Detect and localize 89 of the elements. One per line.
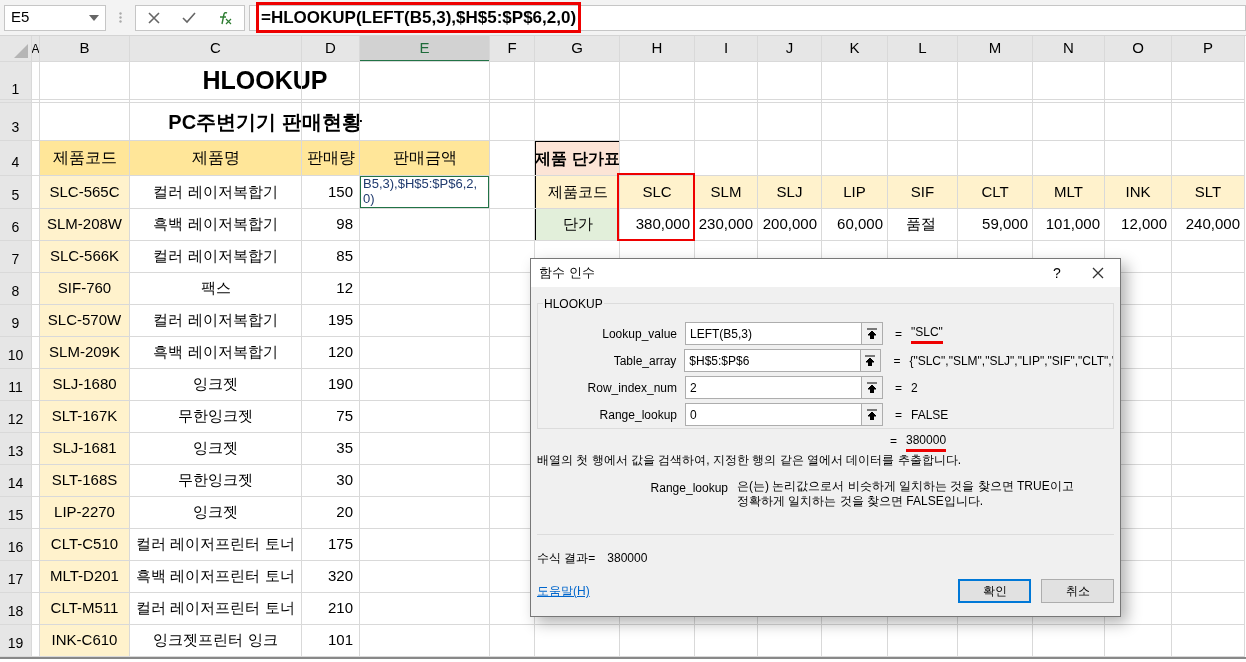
row-header[interactable]: 9	[0, 305, 32, 337]
table-cell: SLM	[694, 175, 758, 209]
row-header[interactable]: 17	[0, 561, 32, 593]
column-header[interactable]: H	[620, 36, 695, 62]
cell-editor[interactable]: B5,3),$H$5:$P$6,2, 0)	[359, 175, 490, 209]
argument-field[interactable]: 0	[685, 403, 862, 426]
dialog-button[interactable]: 확인	[958, 579, 1031, 603]
result-value: 380000	[607, 550, 648, 567]
equals-sign: =	[890, 433, 897, 450]
equals-sign: =	[893, 352, 901, 370]
argument-result: {"SLC","SLM","SLJ","LIP","SIF","CLT",'	[909, 352, 1113, 370]
row-header[interactable]: 7	[0, 241, 32, 273]
equals-sign: =	[895, 379, 902, 397]
table-cell: SLT	[1171, 175, 1245, 209]
argument-label: Table_array	[612, 352, 678, 370]
dialog-button[interactable]: 취소	[1041, 579, 1114, 603]
column-header[interactable]: L	[888, 36, 958, 62]
result-label: 수식 결과=	[537, 550, 596, 567]
column-header[interactable]: M	[958, 36, 1033, 62]
row-header[interactable]: 12	[0, 401, 32, 433]
row-header[interactable]: 5	[0, 176, 32, 209]
upload-arrow-icon	[865, 355, 876, 366]
corner-triangle-icon	[14, 44, 28, 58]
parameter-description: 은(는) 논리값으로서 비슷하게 일치하는 것을 찾으면 TRUE이고 정확하게 일치하는 것을 찾으면 FALSE입니다.	[737, 479, 1074, 509]
function-result: 380000	[906, 430, 947, 452]
column-header[interactable]: J	[758, 36, 822, 62]
argument-label: Range_lookup	[598, 406, 678, 424]
cancel-icon[interactable]	[146, 10, 161, 25]
collapse-button[interactable]	[861, 322, 883, 345]
upload-arrow-icon	[867, 409, 877, 420]
name-box[interactable]: E5	[4, 4, 106, 31]
row-header[interactable]: 13	[0, 433, 32, 465]
column-header[interactable]: P	[1172, 36, 1245, 62]
insert-function-icon[interactable]	[217, 10, 234, 25]
column-header[interactable]: E	[360, 36, 490, 62]
row-header[interactable]: 4	[0, 141, 32, 176]
argument-label: Lookup_value	[601, 325, 678, 343]
check-icon[interactable]	[182, 10, 196, 25]
collapse-button[interactable]	[861, 403, 883, 426]
equals-sign: =	[895, 406, 902, 424]
formula-text[interactable]: =HLOOKUP(LEFT(B5,3),$H$5:$P$6,2,0)	[256, 1, 582, 34]
row-header[interactable]: 3	[0, 103, 32, 141]
column-header[interactable]: N	[1033, 36, 1105, 62]
table-header: 제품명	[129, 140, 302, 176]
help-link[interactable]: 도움말(H)	[537, 582, 948, 600]
row-header[interactable]: 19	[0, 625, 32, 657]
row-header[interactable]: 8	[0, 273, 32, 305]
column-header[interactable]: I	[695, 36, 758, 62]
argument-label: Row_index_num	[586, 379, 678, 397]
collapse-button[interactable]	[859, 349, 882, 372]
argument-field[interactable]: $H$5:$P$6	[684, 349, 861, 372]
argument-field[interactable]: LEFT(B5,3)	[685, 322, 862, 345]
parameter-name: Range_lookup	[649, 480, 729, 497]
more-dots-icon	[119, 12, 122, 23]
argument-result: FALSE	[911, 406, 949, 424]
upload-arrow-icon	[867, 328, 877, 339]
equals-sign: =	[895, 325, 902, 343]
argument-result: 2	[911, 379, 918, 397]
row-header[interactable]: 18	[0, 593, 32, 625]
table-header: 판매금액	[359, 140, 490, 176]
row-header[interactable]: 14	[0, 465, 32, 497]
dialog-title: 함수 인수	[539, 264, 596, 283]
row-header[interactable]: 11	[0, 369, 32, 401]
column-header[interactable]: K	[822, 36, 888, 62]
table-header: 제품 단가표	[535, 141, 620, 176]
function-description: 배열의 첫 행에서 값을 검색하여, 지정한 행의 같은 열에서 데이터를 추출합니다.	[536, 452, 962, 469]
table-header: 제품코드	[535, 175, 620, 209]
table-cell: SLC-565C	[39, 175, 130, 209]
row-header[interactable]: 15	[0, 497, 32, 529]
column-header[interactable]: O	[1105, 36, 1172, 62]
column-header[interactable]: F	[490, 36, 535, 62]
row-header[interactable]: 10	[0, 337, 32, 369]
table-cell: INK	[1104, 175, 1172, 209]
upload-arrow-icon	[867, 382, 877, 393]
close-icon[interactable]	[1092, 267, 1104, 279]
row-header[interactable]: 1	[0, 62, 32, 103]
row-header[interactable]: 16	[0, 529, 32, 561]
column-header[interactable]: B	[40, 36, 130, 62]
dropdown-caret-icon	[89, 14, 99, 21]
argument-field[interactable]: 2	[685, 376, 862, 399]
column-header[interactable]: C	[130, 36, 302, 62]
collapse-button[interactable]	[861, 376, 883, 399]
row-header[interactable]: 6	[0, 209, 32, 241]
table-cell: CLT	[957, 175, 1033, 209]
column-header[interactable]: G	[535, 36, 620, 62]
column-header[interactable]: D	[302, 36, 360, 62]
argument-result: "SLC"	[911, 323, 943, 344]
table-header: 제품코드	[39, 140, 130, 176]
help-button[interactable]: ?	[1042, 262, 1072, 284]
